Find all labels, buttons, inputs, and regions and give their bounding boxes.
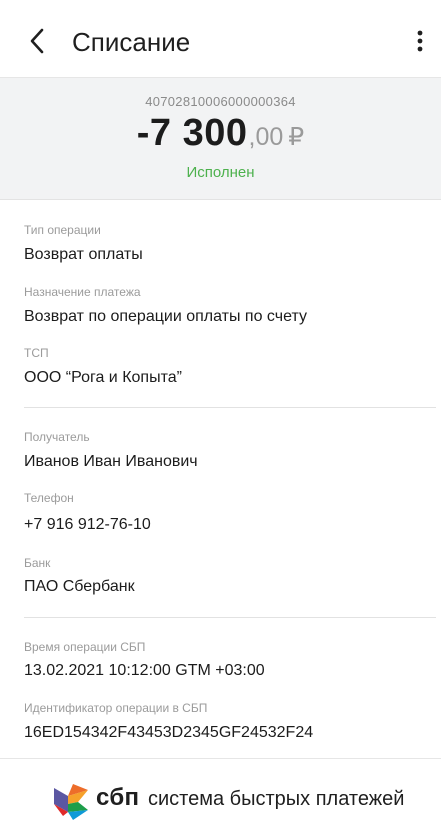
sbp-logo-text: сбп [96,784,140,811]
amount-integer: -7 300 [136,112,248,154]
recipient-label: Получатель [24,430,90,444]
merchant-label: ТСП [24,346,49,360]
sbp-id-value: 16ED154342F43453D2345GF24532F24 [24,724,314,741]
chevron-left-icon [30,28,44,54]
status-label: Исполнен [186,164,255,181]
page-title: Списание [72,27,191,57]
merchant-value: ООО “Рога и Копыта” [24,369,182,386]
amount-fraction: ,00 [248,123,284,151]
transaction-amount: -7 300,00 ₽ [0,112,441,155]
payment-purpose-label: Назначение платежа [24,285,141,299]
sbp-time-value: 13.02.2021 10:12:00 GTM +03:00 [24,662,265,679]
bank-label: Банк [24,556,51,570]
sbp-logo-icon [54,784,88,820]
sbp-id-label: Идентификатор операции в СБП [24,701,208,715]
phone-value: +7 916 912-76-10 [24,516,151,533]
operation-type-value: Возврат оплаты [24,246,143,263]
app-bar: Списание [0,0,441,78]
recipient-value: Иванов Иван Иванович [24,453,198,470]
currency-symbol: ₽ [288,123,305,151]
more-vertical-icon [417,30,423,52]
account-number: 40702810006000000364 [145,94,296,109]
back-button[interactable] [20,24,54,58]
bank-value: ПАО Сбербанк [24,578,135,595]
transaction-summary: 40702810006000000364 -7 300,00 ₽ Исполнен [0,78,441,200]
operation-type-label: Тип операции [24,223,101,237]
sbp-tagline: система быстрых платежей [148,788,405,810]
transaction-details-screen: Списание 40702810006000000364 -7 300,00 ₽… [0,0,441,832]
footer-divider [0,758,441,759]
more-menu-button[interactable] [407,26,433,56]
sbp-footer: сбп система быстрых платежей [0,760,441,832]
phone-label: Телефон [24,491,74,505]
section-divider [24,617,436,618]
section-divider [24,407,436,408]
payment-purpose-value: Возврат по операции оплаты по счету [24,308,307,325]
sbp-time-label: Время операции СБП [24,640,146,654]
